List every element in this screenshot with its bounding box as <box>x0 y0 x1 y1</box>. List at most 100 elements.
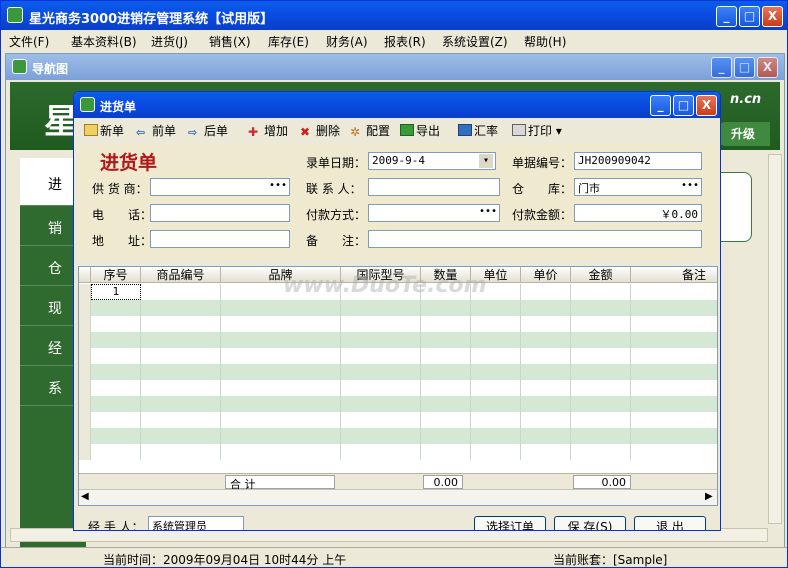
date-select[interactable]: 2009-9-4 ▾ <box>368 152 496 170</box>
row-indicator[interactable] <box>79 412 91 428</box>
exchange-rate-button[interactable]: 汇率 <box>458 122 498 140</box>
table-cell[interactable] <box>141 380 221 396</box>
table-cell[interactable] <box>341 428 421 444</box>
table-cell[interactable] <box>91 428 141 444</box>
previous-bill-button[interactable]: ⇦ 前单 <box>136 122 176 140</box>
row-indicator[interactable] <box>79 300 91 316</box>
table-cell[interactable] <box>141 412 221 428</box>
close-button[interactable]: X <box>762 6 783 27</box>
menu-sales[interactable]: 销售(X) <box>209 33 251 50</box>
table-row[interactable] <box>79 300 717 316</box>
table-cell[interactable] <box>571 348 631 364</box>
table-cell[interactable] <box>471 412 521 428</box>
table-row[interactable] <box>79 412 717 428</box>
row-indicator[interactable] <box>79 396 91 412</box>
table-cell[interactable] <box>421 428 471 444</box>
menu-basic-data[interactable]: 基本资料(B) <box>71 33 137 50</box>
table-cell[interactable] <box>571 284 631 300</box>
ellipsis-icon[interactable]: ••• <box>269 180 287 191</box>
next-bill-button[interactable]: ⇨ 后单 <box>188 122 228 140</box>
table-cell[interactable] <box>221 300 341 316</box>
select-order-button[interactable]: 选择订单 <box>474 516 546 530</box>
table-cell[interactable] <box>221 428 341 444</box>
table-cell[interactable] <box>421 412 471 428</box>
table-cell[interactable] <box>141 396 221 412</box>
upgrade-button[interactable]: 升级 <box>716 122 770 146</box>
table-cell[interactable] <box>631 428 717 444</box>
table-cell[interactable] <box>141 444 221 460</box>
table-cell[interactable] <box>631 444 717 460</box>
row-indicator[interactable] <box>79 444 91 460</box>
table-cell[interactable] <box>221 412 341 428</box>
table-row[interactable] <box>79 428 717 444</box>
menu-reports[interactable]: 报表(R) <box>384 33 426 50</box>
configure-button[interactable]: ✲ 配置 <box>350 122 390 140</box>
table-cell[interactable] <box>341 380 421 396</box>
table-cell[interactable] <box>341 396 421 412</box>
supplier-field[interactable]: ••• <box>150 178 290 196</box>
table-cell[interactable] <box>421 348 471 364</box>
table-cell[interactable] <box>91 380 141 396</box>
col-header-amount[interactable]: 金额 <box>571 267 631 283</box>
table-cell[interactable] <box>521 396 571 412</box>
dialog-maximize-button[interactable]: □ <box>673 95 694 116</box>
table-cell[interactable] <box>471 364 521 380</box>
dialog-minimize-button[interactable]: _ <box>650 95 671 116</box>
table-cell[interactable] <box>571 380 631 396</box>
col-header-brand[interactable]: 品牌 <box>221 267 341 283</box>
table-row[interactable] <box>79 316 717 332</box>
phone-field[interactable] <box>150 204 290 222</box>
row-indicator[interactable] <box>79 428 91 444</box>
table-cell[interactable] <box>571 396 631 412</box>
scroll-left-icon[interactable]: ◀ <box>81 491 89 502</box>
table-cell[interactable] <box>91 348 141 364</box>
nav-vertical-scrollbar[interactable] <box>768 154 782 524</box>
table-cell[interactable] <box>91 412 141 428</box>
table-cell[interactable] <box>631 364 717 380</box>
export-button[interactable]: 导出 <box>400 122 440 140</box>
nav-minimize-button[interactable]: _ <box>711 57 732 78</box>
table-row[interactable] <box>79 364 717 380</box>
grid-horizontal-scrollbar[interactable]: ◀ ▶ <box>79 489 717 505</box>
table-cell[interactable] <box>221 332 341 348</box>
row-indicator[interactable] <box>79 364 91 380</box>
table-cell[interactable] <box>571 316 631 332</box>
row-indicator[interactable] <box>79 316 91 332</box>
item-grid[interactable]: 序号 商品编号 品牌 国际型号 数量 单位 单价 金额 备注 1 合 计 0.0… <box>78 266 718 506</box>
row-indicator[interactable] <box>79 380 91 396</box>
table-cell[interactable] <box>91 332 141 348</box>
table-cell[interactable] <box>421 380 471 396</box>
table-row[interactable]: 1 <box>79 284 717 300</box>
table-cell[interactable] <box>471 444 521 460</box>
scroll-right-icon[interactable]: ▶ <box>705 491 713 502</box>
pay-method-field[interactable]: ••• <box>368 204 500 222</box>
table-cell[interactable] <box>471 316 521 332</box>
table-cell[interactable] <box>341 412 421 428</box>
table-cell[interactable] <box>221 316 341 332</box>
delete-row-button[interactable]: ✖ 删除 <box>300 122 340 140</box>
table-cell[interactable] <box>521 316 571 332</box>
table-cell[interactable] <box>421 316 471 332</box>
table-cell[interactable] <box>571 332 631 348</box>
save-button[interactable]: 保 存(S) <box>554 516 626 530</box>
table-cell[interactable] <box>471 284 521 300</box>
menu-purchase[interactable]: 进货(J) <box>151 33 188 50</box>
col-header-qty[interactable]: 数量 <box>421 267 471 283</box>
table-cell[interactable] <box>221 444 341 460</box>
table-cell[interactable] <box>521 444 571 460</box>
table-cell[interactable] <box>341 364 421 380</box>
table-cell[interactable] <box>471 332 521 348</box>
table-cell[interactable] <box>141 364 221 380</box>
handler-field[interactable]: 系统管理员 <box>148 516 244 530</box>
table-cell[interactable] <box>471 428 521 444</box>
table-cell[interactable] <box>141 428 221 444</box>
table-cell[interactable] <box>521 284 571 300</box>
table-cell[interactable] <box>631 412 717 428</box>
dialog-close-button[interactable]: X <box>696 95 717 116</box>
ellipsis-icon[interactable]: ••• <box>681 180 699 191</box>
table-cell[interactable] <box>221 348 341 364</box>
minimize-button[interactable]: _ <box>716 6 737 27</box>
table-cell[interactable] <box>221 284 341 300</box>
table-cell[interactable] <box>421 332 471 348</box>
table-cell[interactable] <box>421 396 471 412</box>
